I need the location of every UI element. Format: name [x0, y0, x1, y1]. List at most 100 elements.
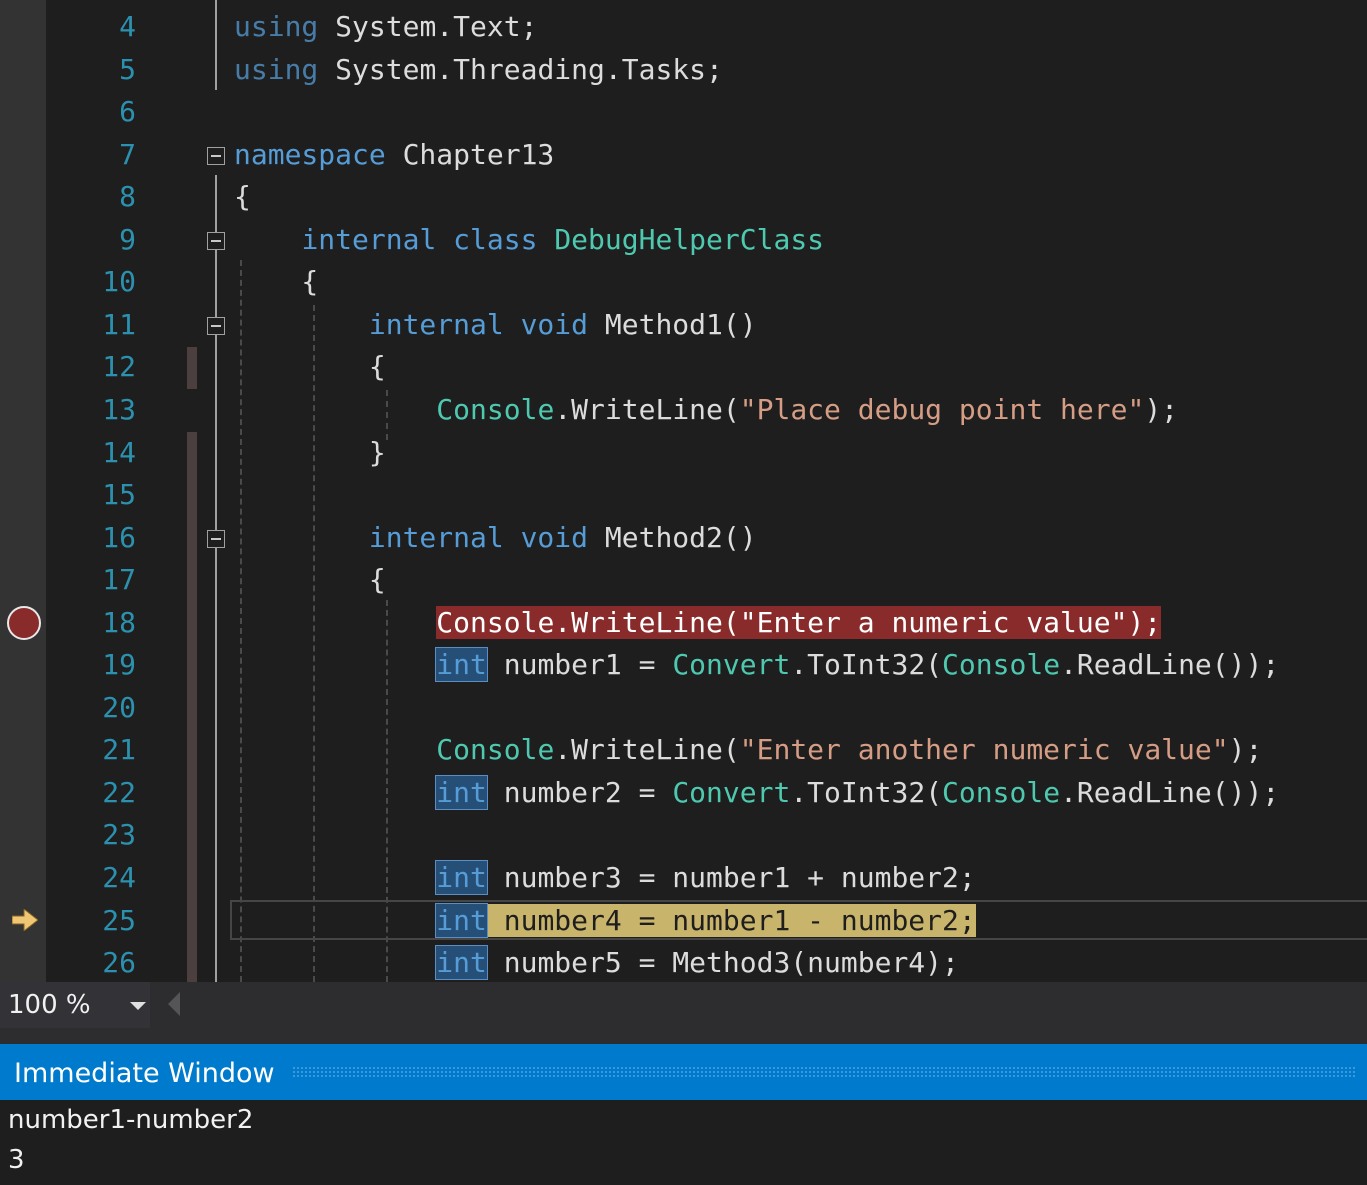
code-token: Console — [942, 648, 1061, 681]
collapse-namespace-icon[interactable] — [207, 147, 225, 165]
code-text[interactable]: using System.Text; — [234, 6, 537, 48]
code-line[interactable]: 17 { — [0, 559, 1367, 601]
execution-pointer-arrow-icon[interactable] — [12, 909, 38, 931]
zoom-level: 100 % — [8, 990, 91, 1020]
code-line[interactable]: 15 — [0, 474, 1367, 516]
collapse-method1-icon[interactable] — [207, 317, 225, 335]
code-line[interactable]: 12 { — [0, 346, 1367, 388]
code-text[interactable]: using System.Threading.Tasks; — [234, 49, 723, 91]
code-text[interactable]: } — [234, 432, 386, 474]
code-token: "Place debug point here" — [739, 393, 1145, 426]
code-token: number3 = number1 + number2; — [486, 861, 976, 894]
code-line[interactable]: 13 Console.WriteLine("Place debug point … — [0, 389, 1367, 431]
code-line[interactable]: 5 using System.Threading.Tasks; — [0, 49, 1367, 91]
immediate-window-title: Immediate Window — [14, 1058, 275, 1089]
code-line[interactable]: 20 — [0, 687, 1367, 729]
code-text[interactable]: int number2 = Convert.ToInt32(Console.Re… — [234, 772, 1279, 814]
line-number: 17 — [102, 563, 136, 596]
code-line[interactable]: 19 int number1 = Convert.ToInt32(Console… — [0, 644, 1367, 686]
code-line[interactable]: 26 int number5 = Method3(number4); — [0, 942, 1367, 982]
code-token: .ToInt32( — [790, 648, 943, 681]
code-text[interactable]: internal void Method2() — [234, 517, 757, 559]
current-line-highlight — [230, 900, 1367, 940]
immediate-line: number1-number2 — [8, 1105, 254, 1135]
code-line[interactable]: 4 using System.Text; — [0, 6, 1367, 48]
code-line[interactable]: 6 — [0, 91, 1367, 133]
code-token: { — [234, 180, 251, 213]
code-text[interactable]: Console.WriteLine("Enter another numeric… — [234, 729, 1262, 771]
code-token: .ReadLine()); — [1060, 648, 1280, 681]
drag-grip[interactable] — [292, 1066, 1357, 1078]
code-text[interactable]: internal void Method1() — [234, 304, 757, 346]
code-line[interactable]: 21 Console.WriteLine("Enter another nume… — [0, 729, 1367, 771]
code-line[interactable]: 7 namespace Chapter13 — [0, 134, 1367, 176]
code-line[interactable]: 23 — [0, 814, 1367, 856]
zoom-dropdown[interactable]: 100 % — [0, 982, 150, 1028]
code-text[interactable]: { — [234, 176, 251, 218]
code-line[interactable]: 24 int number3 = number1 + number2; — [0, 857, 1367, 899]
code-text[interactable]: { — [234, 559, 386, 601]
immediate-window-title-bar[interactable]: Immediate Window — [0, 1044, 1367, 1100]
code-token: namespace — [234, 138, 386, 171]
code-line[interactable]: 14 } — [0, 432, 1367, 474]
line-number: 9 — [119, 223, 136, 256]
code-token: void — [520, 521, 589, 554]
code-token: Console — [942, 776, 1061, 809]
code-token: System.Threading.Tasks; — [318, 53, 723, 86]
code-token: Console — [436, 733, 555, 766]
code-token: { — [234, 563, 386, 596]
code-text[interactable]: { — [234, 346, 386, 388]
line-number: 25 — [102, 904, 136, 937]
code-token: .ToInt32( — [790, 776, 943, 809]
line-number: 15 — [102, 478, 136, 511]
breakpoint-icon[interactable] — [7, 606, 41, 640]
line-number: 5 — [119, 53, 136, 86]
code-token: number1 = — [486, 648, 673, 681]
code-line[interactable]: 8{ — [0, 176, 1367, 218]
code-line[interactable]: 9 internal class DebugHelperClass — [0, 219, 1367, 261]
code-line[interactable]: 18 Console.WriteLine("Enter a numeric va… — [0, 602, 1367, 644]
panel-separator[interactable] — [0, 1028, 1367, 1044]
code-text[interactable]: internal class DebugHelperClass — [234, 219, 824, 261]
code-token: "Enter another numeric value" — [739, 733, 1229, 766]
immediate-line: 3 — [8, 1145, 25, 1175]
line-number: 24 — [102, 861, 136, 894]
code-line[interactable]: 22 int number2 = Convert.ToInt32(Console… — [0, 772, 1367, 814]
code-line[interactable]: 10 { — [0, 261, 1367, 303]
code-line[interactable]: 16 internal void Method2() — [0, 517, 1367, 559]
code-token: class — [453, 223, 538, 256]
collapse-method2-icon[interactable] — [207, 530, 225, 548]
code-text[interactable]: { — [234, 261, 318, 303]
editor-status-bar: 100 % — [0, 982, 1367, 1028]
code-token: } — [234, 436, 386, 469]
code-token: ); — [1228, 733, 1263, 766]
code-text[interactable]: namespace Chapter13 — [234, 134, 554, 176]
scroll-left-icon[interactable] — [168, 992, 180, 1016]
code-token: using — [234, 53, 319, 86]
code-token: using — [234, 10, 319, 43]
code-text[interactable]: int number5 = Method3(number4); — [234, 942, 959, 982]
line-number: 18 — [102, 606, 136, 639]
chevron-down-icon — [130, 1002, 146, 1010]
line-number: 8 — [119, 180, 136, 213]
code-token: internal — [368, 521, 504, 554]
immediate-window-body[interactable]: number1-number2 3 — [0, 1100, 1367, 1185]
keyword-highlight: int — [435, 945, 488, 980]
code-line[interactable]: 11 internal void Method1() — [0, 304, 1367, 346]
code-text[interactable]: int number3 = number1 + number2; — [234, 857, 976, 899]
code-token: .WriteLine( — [554, 733, 740, 766]
keyword-highlight: int — [435, 647, 488, 682]
code-text[interactable]: Console.WriteLine("Enter a numeric value… — [234, 602, 1162, 644]
line-number: 11 — [102, 308, 136, 341]
code-text[interactable]: int number1 = Convert.ToInt32(Console.Re… — [234, 644, 1279, 686]
collapse-class-icon[interactable] — [207, 232, 225, 250]
line-number: 21 — [102, 733, 136, 766]
code-editor[interactable]: 4 using System.Text; 5 using System.Threadi… — [0, 0, 1367, 982]
code-text[interactable]: Console.WriteLine("Place debug point her… — [234, 389, 1178, 431]
